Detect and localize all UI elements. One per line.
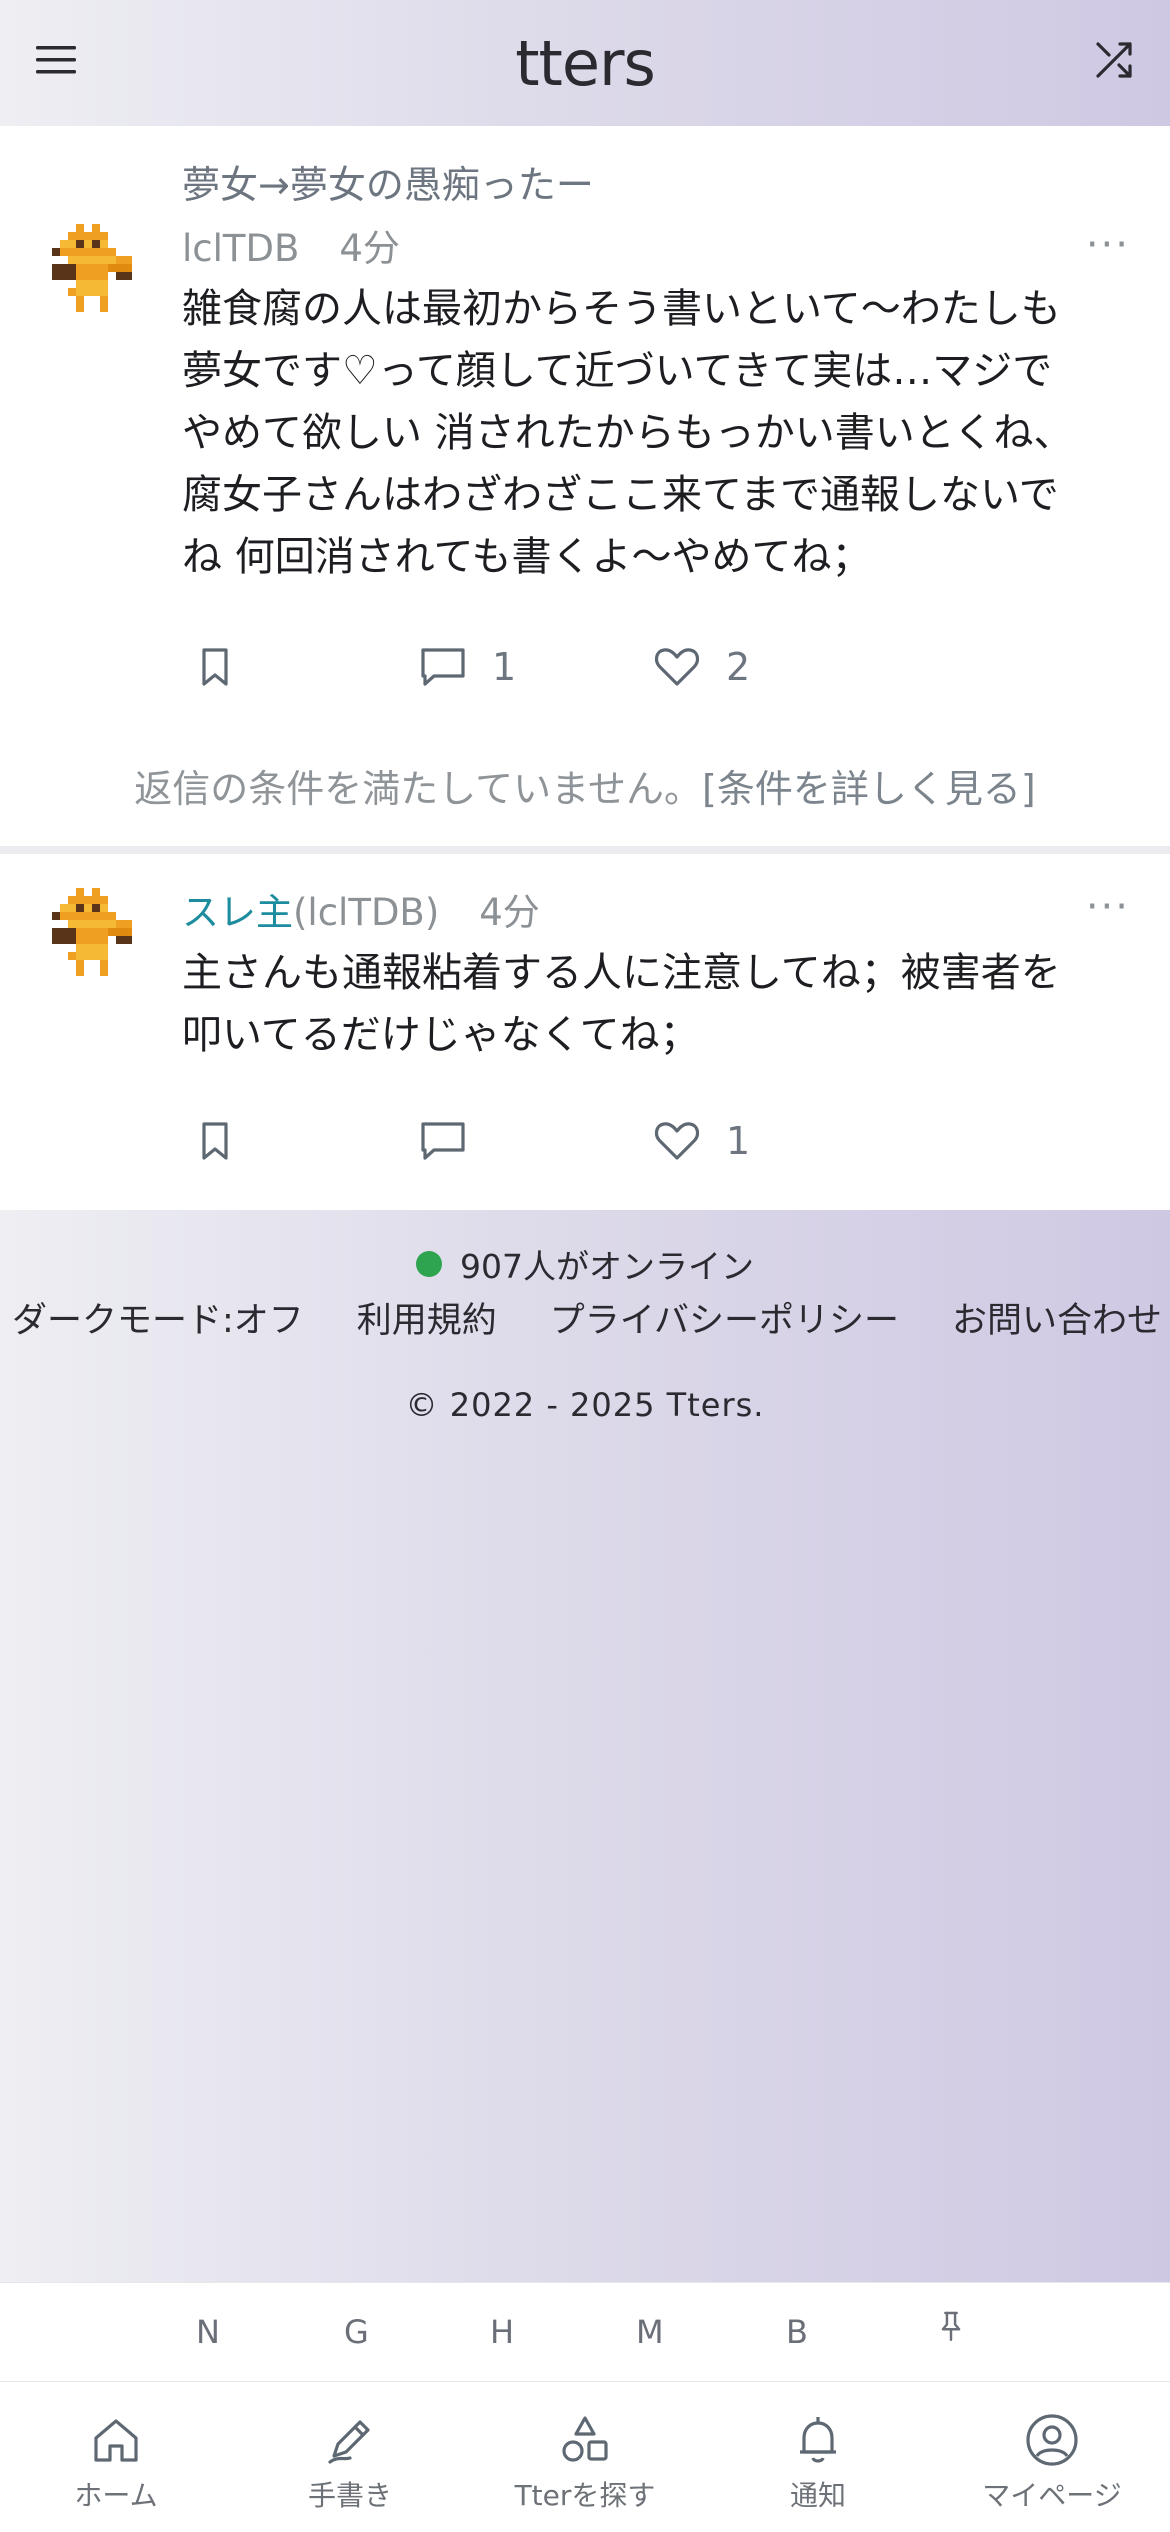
like-button[interactable]: 2 <box>652 642 750 692</box>
like-count: 1 <box>726 1119 751 1163</box>
conditions-link[interactable]: [条件を詳しく見る] <box>702 767 1036 811</box>
bookmark-icon <box>202 648 228 686</box>
app-logo[interactable]: tters <box>515 27 656 100</box>
nav-explore[interactable]: Tterを探す <box>485 2412 685 2514</box>
post-time: 4分 <box>479 891 540 934</box>
avatar[interactable] <box>52 888 148 984</box>
post-meta: スレ主(lclTDB) 4分 <box>182 882 540 936</box>
post-card: スレ主(lclTDB) 4分 ··· 主さんも通報粘着する人に注意してね；被害者を… <box>0 854 1170 1210</box>
copyright: © 2022 - 2025 Tters. <box>405 1386 765 1424</box>
comment-count: 1 <box>492 645 517 689</box>
contact-link[interactable]: お問い合わせ <box>952 1292 1162 1343</box>
comment-button[interactable]: 1 <box>418 642 516 692</box>
more-options-icon[interactable]: ··· <box>1086 222 1130 268</box>
nav-mypage[interactable]: マイページ <box>952 2412 1152 2514</box>
post-actions: 1 2 <box>190 642 790 698</box>
pin-icon[interactable] <box>938 2309 964 2351</box>
home-icon <box>94 2419 138 2462</box>
post-divider <box>0 846 1170 854</box>
post-actions: 1 <box>190 1116 790 1172</box>
shortcut-m[interactable]: M <box>636 2313 664 2351</box>
shortcut-bar: N G H M B <box>0 2282 1170 2382</box>
nav-label: 手書き <box>307 2479 392 2512</box>
nav-label: ホーム <box>74 2479 158 2512</box>
post-body: 雑食腐の人は最初からそう書いといて〜わたしも夢女です♡って顔して近づいてきて実は… <box>182 286 1074 580</box>
shortcut-b[interactable]: B <box>786 2313 808 2351</box>
nav-notifications[interactable]: 通知 <box>718 2412 918 2514</box>
author-name[interactable]: lclTDB <box>182 227 299 270</box>
bookmark-button[interactable] <box>190 642 240 692</box>
post-card: 夢女→夢女の愚痴ったー lclTDB 4分 ··· 雑食腐の人は最初からそう書いと… <box>0 126 1170 846</box>
pen-icon <box>328 2420 370 2464</box>
site-footer: 907人がオンライン ダークモード:オフ 利用規約 プライバシーポリシー お問い… <box>0 1240 1170 1424</box>
bookmark-button[interactable] <box>190 1116 240 1166</box>
app-header: tters <box>0 0 1170 126</box>
menu-icon[interactable] <box>34 38 78 82</box>
comment-button[interactable] <box>418 1116 468 1166</box>
heart-icon <box>654 648 700 686</box>
dark-mode-toggle[interactable]: ダークモード:オフ <box>12 1292 304 1343</box>
like-count: 2 <box>726 645 751 689</box>
post-body: 主さんも通報粘着する人に注意してね；被害者を叩いてるだけじゃなくてね； <box>182 950 1061 1058</box>
thread-owner-label[interactable]: スレ主 <box>182 891 293 934</box>
nav-label: マイページ <box>982 2479 1122 2512</box>
more-options-icon[interactable]: ··· <box>1086 884 1130 930</box>
nav-label: 通知 <box>789 2479 846 2512</box>
comment-icon <box>421 648 465 686</box>
comment-icon <box>421 1122 465 1160</box>
shortcut-h[interactable]: H <box>490 2313 514 2351</box>
shapes-icon <box>562 2416 608 2462</box>
heart-icon <box>654 1122 700 1160</box>
author-name[interactable]: (lclTDB) <box>293 891 439 934</box>
bookmark-icon <box>202 1122 228 1160</box>
shuffle-icon[interactable] <box>1092 38 1136 82</box>
like-button[interactable]: 1 <box>652 1116 750 1166</box>
user-circle-icon <box>1026 2414 1078 2466</box>
nav-home[interactable]: ホーム <box>16 2412 216 2514</box>
bell-icon <box>800 2417 836 2463</box>
terms-link[interactable]: 利用規約 <box>357 1292 497 1343</box>
nav-handwriting[interactable]: 手書き <box>250 2412 450 2514</box>
post-category[interactable]: 夢女→夢女の愚痴ったー <box>182 154 594 209</box>
nav-label: Tterを探す <box>514 2479 656 2512</box>
shortcut-g[interactable]: G <box>344 2313 369 2351</box>
online-dot-icon <box>416 1251 442 1277</box>
online-count: 907人がオンライン <box>460 1247 754 1286</box>
shortcut-n[interactable]: N <box>196 2313 220 2351</box>
privacy-link[interactable]: プライバシーポリシー <box>550 1292 899 1343</box>
bottom-navigation: ホーム 手書き Tterを探す 通知 マイページ <box>0 2382 1170 2532</box>
post-meta: lclTDB 4分 <box>182 218 400 272</box>
notice-text: 返信の条件を満たしていません。 <box>134 767 703 811</box>
post-time: 4分 <box>339 227 400 270</box>
reply-restriction-notice: 返信の条件を満たしていません。[条件を詳しく見る] <box>0 758 1170 813</box>
online-status: 907人がオンライン <box>0 1240 1170 1288</box>
avatar[interactable] <box>52 224 148 320</box>
footer-links: ダークモード:オフ 利用規約 プライバシーポリシー お問い合わせ <box>12 1292 1162 1343</box>
